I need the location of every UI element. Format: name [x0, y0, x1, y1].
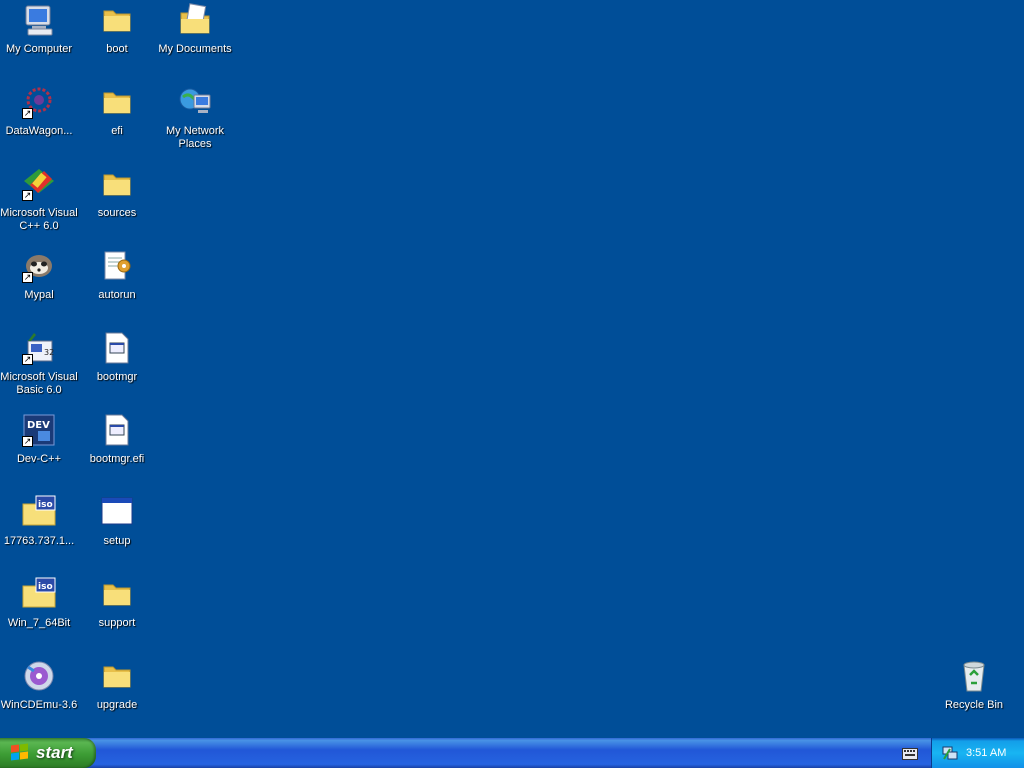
desktop-icon-label: bootmgr [96, 371, 138, 383]
desktop-icon-label: Recycle Bin [944, 699, 1004, 711]
svg-text:32: 32 [44, 348, 54, 357]
desktop-icon-label: 17763.737.1... [3, 535, 75, 547]
desktop-icon-dev-cpp[interactable]: DEV ↗ Dev-C++ [0, 413, 78, 466]
desktop-icon-efi[interactable]: efi [78, 85, 156, 138]
my-computer-icon [22, 3, 56, 37]
wincdemu-icon [22, 659, 56, 693]
desktop-icon-label: sources [97, 207, 137, 219]
my-documents-icon [178, 3, 212, 37]
desktop-icon-label: Microsoft Visual Basic 6.0 [0, 371, 78, 396]
desktop-icon-setup[interactable]: setup [78, 495, 156, 548]
folder-icon [100, 659, 134, 693]
shortcut-arrow-icon: ↗ [22, 436, 33, 447]
desktop-icon-network-places[interactable]: My Network Places [156, 85, 234, 151]
iso-icon: iso [22, 495, 56, 529]
folder-icon [100, 167, 134, 201]
desktop-icon-boot[interactable]: boot [78, 3, 156, 56]
desktop-icon-mypal[interactable]: ↗ Mypal [0, 249, 78, 302]
desktop-icon-label: efi [111, 125, 123, 137]
desktop-icon-bootmgr-efi[interactable]: bootmgr.efi [78, 413, 156, 466]
recycle-bin-icon [957, 659, 991, 693]
folder-icon [100, 3, 134, 37]
desktop-icon-my-computer[interactable]: My Computer [0, 3, 78, 56]
visual-cpp-icon: ↗ [22, 167, 56, 201]
desktop-icon-label: support [98, 617, 136, 629]
folder-icon [100, 85, 134, 119]
shortcut-arrow-icon: ↗ [22, 190, 33, 201]
desktop-icon-autorun[interactable]: autorun [78, 249, 156, 302]
desktop-icon-label: Dev-C++ [16, 453, 62, 465]
svg-text:DEV: DEV [27, 420, 50, 431]
desktop-icon-wincdemu[interactable]: WinCDEmu-3.6 [0, 659, 78, 712]
desktop-icon-recycle-bin[interactable]: Recycle Bin [935, 659, 1013, 712]
desktop-icon-win7[interactable]: iso Win_7_64Bit [0, 577, 78, 630]
shortcut-arrow-icon: ↗ [22, 272, 33, 283]
desktop-icon-label: bootmgr.efi [89, 453, 145, 465]
taskbar: start 3:51 AM [0, 738, 1024, 768]
desktop-icon-sources[interactable]: sources [78, 167, 156, 220]
file-icon [100, 413, 134, 447]
desktop-icon-upgrade[interactable]: upgrade [78, 659, 156, 712]
clock[interactable]: 3:51 AM [966, 747, 1006, 759]
shortcut-arrow-icon: ↗ [22, 108, 33, 119]
desktop-icon-datawagon[interactable]: ↗ DataWagon... [0, 85, 78, 138]
network-places-icon [178, 85, 212, 119]
folder-icon [100, 577, 134, 611]
desktop-icon-label: autorun [98, 289, 136, 301]
desktop-icon-support[interactable]: support [78, 577, 156, 630]
datawagon-icon: ↗ [22, 85, 56, 119]
desktop-icon-label: My Computer [5, 43, 73, 55]
desktop-icon-my-documents[interactable]: My Documents [156, 3, 234, 56]
network-tray-icon[interactable] [942, 745, 958, 761]
autorun-icon [100, 249, 134, 283]
desktop-icon-visual-cpp[interactable]: ↗ Microsoft Visual C++ 6.0 [0, 167, 78, 233]
visual-basic-icon: 32 ↗ [22, 331, 56, 365]
desktop-icon-iso-17763[interactable]: iso 17763.737.1... [0, 495, 78, 548]
desktop: My Computer ↗ DataWagon... ↗ Microsoft V… [0, 0, 1024, 738]
application-icon [100, 495, 134, 529]
system-tray: 3:51 AM [931, 738, 1024, 768]
mypal-icon: ↗ [22, 249, 56, 283]
desktop-icon-label: WinCDEmu-3.6 [0, 699, 78, 711]
desktop-icon-label: My Network Places [165, 125, 225, 150]
desktop-icon-label: Microsoft Visual C++ 6.0 [0, 207, 78, 232]
desktop-icon-bootmgr[interactable]: bootmgr [78, 331, 156, 384]
desktop-icon-label: Win_7_64Bit [7, 617, 71, 629]
iso-icon: iso [22, 577, 56, 611]
desktop-icon-label: My Documents [158, 43, 232, 55]
svg-text:iso: iso [38, 582, 53, 592]
desktop-icon-label: boot [106, 43, 128, 55]
desktop-icon-label: upgrade [96, 699, 138, 711]
file-icon [100, 331, 134, 365]
start-button[interactable]: start [0, 738, 96, 768]
start-label: start [36, 743, 73, 762]
keyboard-icon[interactable] [902, 747, 918, 760]
desktop-icon-visual-basic[interactable]: 32 ↗ Microsoft Visual Basic 6.0 [0, 331, 78, 397]
dev-cpp-icon: DEV ↗ [22, 413, 56, 447]
windows-flag-icon [10, 743, 30, 762]
desktop-icon-label: Mypal [24, 289, 54, 301]
shortcut-arrow-icon: ↗ [22, 354, 33, 365]
desktop-icon-label: DataWagon... [5, 125, 73, 137]
svg-text:iso: iso [38, 500, 53, 510]
desktop-icon-label: setup [103, 535, 131, 547]
